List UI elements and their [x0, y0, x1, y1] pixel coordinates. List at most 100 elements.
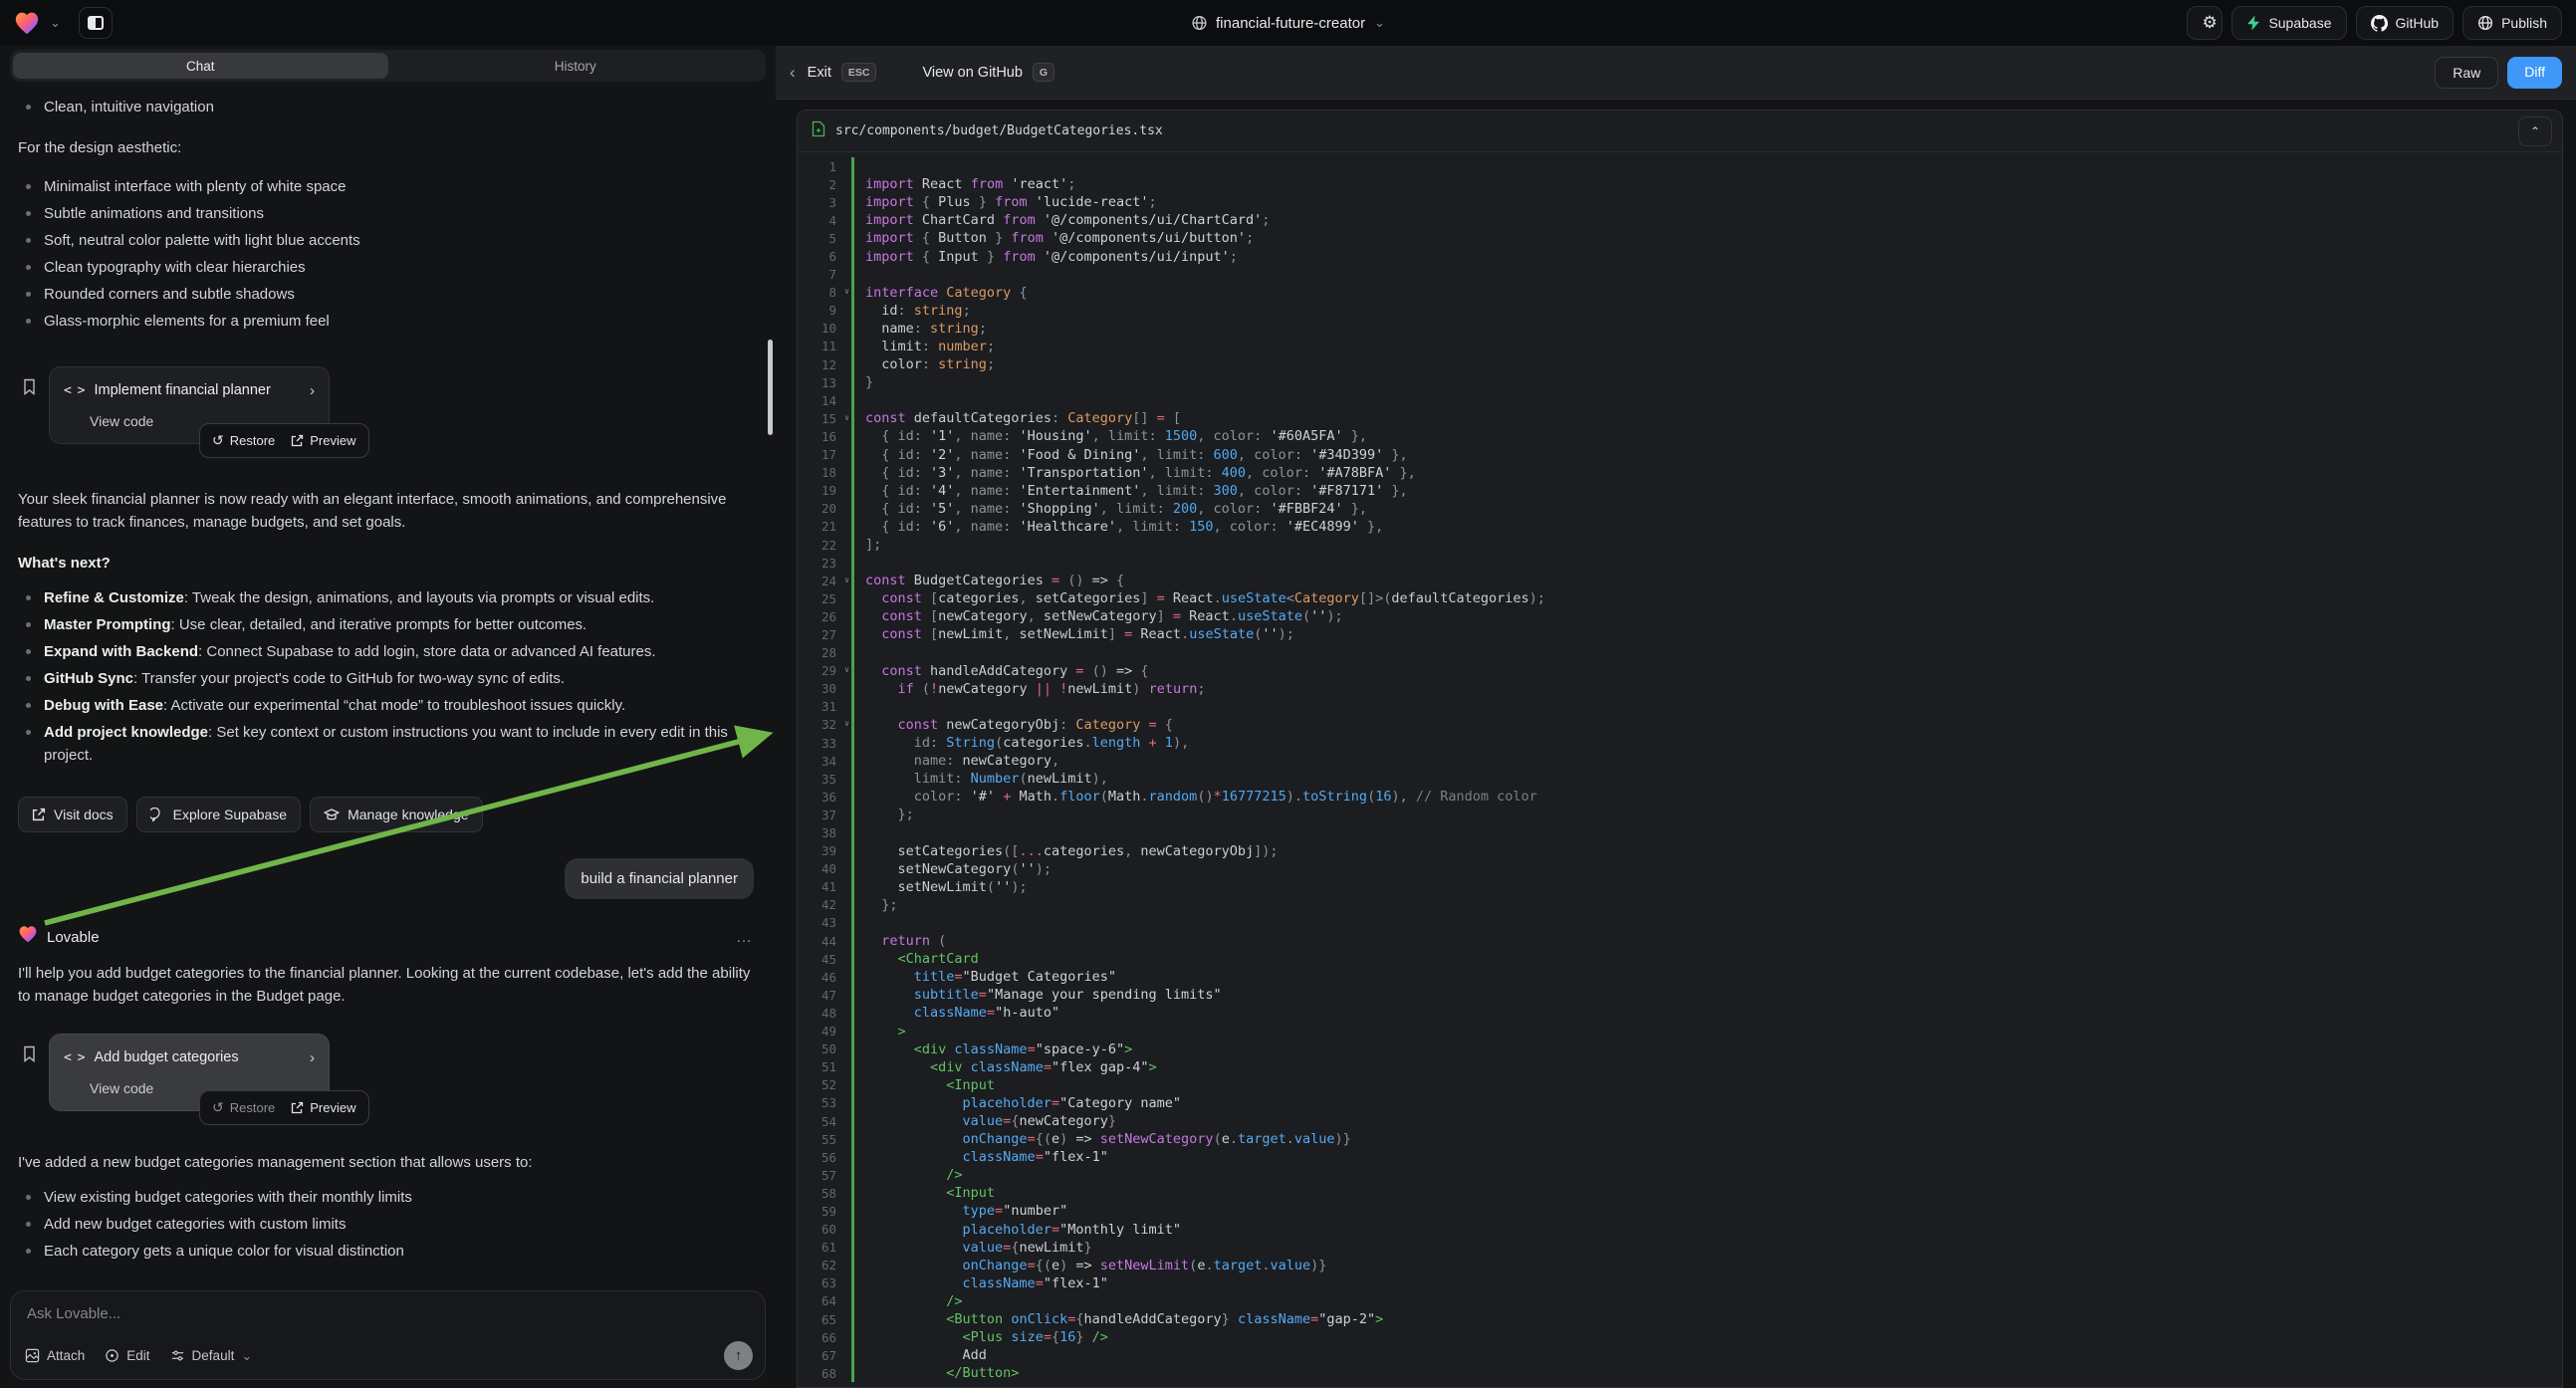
line-number: 10: [798, 321, 851, 336]
attach-button[interactable]: Attach: [25, 1348, 85, 1363]
fold-caret-icon[interactable]: ∨: [844, 413, 849, 422]
exit-button[interactable]: Exit: [808, 65, 831, 81]
code-line-text: color: '#' + Math.floor(Math.random()*16…: [851, 788, 1537, 806]
collapse-file-button[interactable]: ⌃: [2518, 116, 2552, 146]
line-number: 65: [798, 1312, 851, 1327]
code-line: 21 { id: '6', name: 'Healthcare', limit:…: [798, 518, 2562, 536]
code-line: 60 placeholder="Monthly limit": [798, 1221, 2562, 1239]
code-line: 13}: [798, 373, 2562, 391]
target-icon: [105, 1348, 119, 1363]
line-number: 44: [798, 934, 851, 949]
line-number: 14: [798, 393, 851, 408]
github-icon: [2371, 15, 2388, 32]
more-menu-icon[interactable]: …: [736, 926, 754, 949]
bookmark-icon[interactable]: [22, 1045, 37, 1069]
publish-button[interactable]: Publish: [2462, 6, 2562, 40]
line-number: 37: [798, 808, 851, 822]
code-line-text: const newCategoryObj: Category = {: [851, 716, 1173, 734]
visit-docs-button[interactable]: Visit docs: [18, 797, 127, 832]
code-line: 36 color: '#' + Math.floor(Math.random()…: [798, 788, 2562, 806]
edit-button[interactable]: Edit: [105, 1348, 149, 1363]
chat-input-placeholder: Ask Lovable...: [27, 1305, 749, 1322]
code-line: 52 <Input: [798, 1076, 2562, 1094]
code-line-text: />: [851, 1166, 963, 1184]
bookmark-icon[interactable]: [22, 378, 37, 402]
bullet-item: Minimalist interface with plenty of whit…: [18, 175, 754, 198]
chevron-down-icon[interactable]: ⌄: [50, 15, 61, 31]
line-number: 55: [798, 1132, 851, 1147]
bullet-item: Clean typography with clear hierarchies: [18, 256, 754, 279]
code-line: 10 name: string;: [798, 320, 2562, 338]
code-line-text: const BudgetCategories = () => {: [851, 572, 1124, 589]
chat-scrollbar-thumb[interactable]: [768, 340, 773, 435]
chat-input-box[interactable]: Ask Lovable... Attach Edit Default ⌄ ↑: [10, 1290, 766, 1380]
fold-caret-icon[interactable]: ∨: [844, 287, 849, 296]
code-line-text: [851, 554, 865, 572]
code-line-text: title="Budget Categories": [851, 968, 1116, 986]
code-line-text: type="number": [851, 1202, 1067, 1220]
settings-button[interactable]: ⚙: [2187, 6, 2223, 40]
fold-caret-icon[interactable]: ∨: [844, 719, 849, 728]
globe-icon: [2477, 15, 2493, 31]
fold-caret-icon[interactable]: ∨: [844, 665, 849, 674]
send-button[interactable]: ↑: [724, 1341, 753, 1370]
code-line: 18 { id: '3', name: 'Transportation', li…: [798, 464, 2562, 482]
code-line-text: { id: '5', name: 'Shopping', limit: 200,…: [851, 500, 1367, 518]
line-number: 38: [798, 825, 851, 840]
github-button[interactable]: GitHub: [2356, 6, 2455, 40]
mode-selector[interactable]: Default ⌄: [170, 1348, 253, 1364]
line-number: 16: [798, 429, 851, 444]
explore-supabase-button[interactable]: Explore Supabase: [136, 797, 301, 832]
supabase-button[interactable]: Supabase: [2231, 6, 2346, 40]
code-line: 25 const [categories, setCategories] = R…: [798, 589, 2562, 607]
line-number: 1: [798, 159, 851, 174]
code-line-text: </Button>: [851, 1364, 1019, 1382]
line-number: 9: [798, 303, 851, 318]
code-line-text: { id: '6', name: 'Healthcare', limit: 15…: [851, 518, 1383, 536]
code-line: 24∨const BudgetCategories = () => {: [798, 572, 2562, 589]
restore-button[interactable]: ↺Restore: [212, 429, 275, 452]
code-line: 1: [798, 157, 2562, 175]
line-number: 24∨: [798, 574, 851, 588]
manage-knowledge-button[interactable]: Manage knowledge: [310, 797, 482, 832]
code-line-text: color: string;: [851, 355, 995, 373]
file-path-bar[interactable]: src/components/budget/BudgetCategories.t…: [798, 111, 2562, 152]
code-line-text: <ChartCard: [851, 950, 979, 968]
code-line: 43: [798, 914, 2562, 932]
project-selector[interactable]: financial-future-creator ⌄: [1191, 15, 1385, 32]
preview-button[interactable]: Preview: [291, 1096, 355, 1119]
tab-chat[interactable]: Chat: [13, 53, 388, 79]
diff-toggle-button[interactable]: Diff: [2507, 57, 2562, 89]
code-line-text: value={newCategory}: [851, 1112, 1116, 1130]
code-line-text: }: [851, 373, 873, 391]
code-line: 57 />: [798, 1166, 2562, 1184]
fold-caret-icon[interactable]: ∨: [844, 576, 849, 584]
code-line-text: import { Input } from '@/components/ui/i…: [851, 247, 1238, 265]
sidebar-toggle-button[interactable]: [79, 7, 113, 39]
code-line-text: <Button onClick={handleAddCategory} clas…: [851, 1310, 1383, 1328]
code-line-text: [851, 698, 865, 716]
code-line-text: import React from 'react';: [851, 175, 1075, 193]
raw-toggle-button[interactable]: Raw: [2435, 57, 2498, 89]
code-line-text: const [newLimit, setNewLimit] = React.us…: [851, 625, 1294, 643]
code-line-text: { id: '3', name: 'Transportation', limit…: [851, 464, 1416, 482]
line-number: 4: [798, 213, 851, 228]
code-line-text: limit: Number(newLimit),: [851, 770, 1108, 788]
bullet-item: GitHub Sync: Transfer your project's cod…: [18, 667, 754, 690]
code-line: 26 const [newCategory, setNewCategory] =…: [798, 607, 2562, 625]
chevron-down-icon: ⌄: [241, 1348, 252, 1364]
view-on-github-button[interactable]: View on GitHub: [922, 65, 1022, 81]
preview-button[interactable]: Preview: [291, 429, 355, 452]
code-line: 47 subtitle="Manage your spending limits…: [798, 986, 2562, 1004]
restore-button[interactable]: ↺Restore: [212, 1096, 275, 1119]
code-line-text: [851, 914, 865, 932]
lovable-avatar: [18, 925, 38, 950]
code-line: 9 id: string;: [798, 302, 2562, 320]
version-card-title: Implement financial planner: [94, 379, 300, 402]
tab-history[interactable]: History: [388, 53, 764, 79]
code-line: 30 if (!newCategory || !newLimit) return…: [798, 680, 2562, 698]
line-number: 30: [798, 681, 851, 696]
chevron-up-icon: ⌃: [2530, 124, 2540, 138]
code-line: 4import ChartCard from '@/components/ui/…: [798, 211, 2562, 229]
lovable-logo-icon[interactable]: [14, 11, 40, 35]
